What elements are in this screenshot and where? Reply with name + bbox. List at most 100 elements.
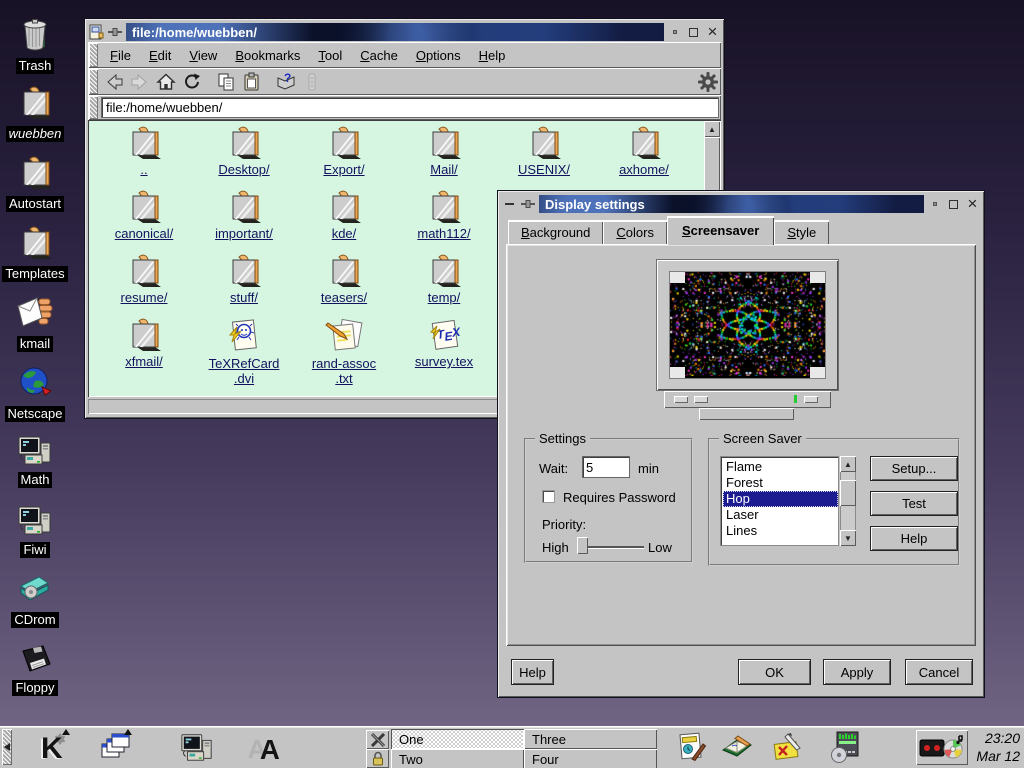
- file-item[interactable]: teasers/: [296, 254, 392, 305]
- apply-button[interactable]: Apply: [823, 659, 891, 685]
- menu-view[interactable]: View: [180, 45, 226, 66]
- saver-list-item-selected[interactable]: Hop: [723, 491, 838, 507]
- desktop-icon-floppy[interactable]: Floppy: [0, 644, 70, 696]
- desktop-icon-wuebben[interactable]: wuebben: [0, 86, 70, 142]
- file-item[interactable]: kde/: [296, 190, 392, 241]
- desktop-icon-templates[interactable]: Templates: [0, 226, 70, 282]
- tab-colors[interactable]: Colors: [603, 220, 667, 245]
- kfm-titlebar[interactable]: file:/home/wuebben/ ×: [88, 22, 721, 42]
- file-item[interactable]: xfmail/: [96, 318, 192, 369]
- stop-icon[interactable]: [299, 70, 325, 93]
- back-icon[interactable]: [101, 70, 127, 93]
- pin-icon[interactable]: [107, 24, 124, 41]
- font-manager-button[interactable]: A A: [246, 729, 284, 765]
- logout-button[interactable]: [366, 730, 389, 749]
- maximize-button[interactable]: [685, 24, 702, 41]
- toolbar-grip[interactable]: [89, 69, 98, 94]
- menu-cache[interactable]: Cache: [351, 45, 407, 66]
- location-input[interactable]: [101, 97, 719, 118]
- file-item[interactable]: Export/: [296, 126, 392, 177]
- menu-bookmarks[interactable]: Bookmarks: [226, 45, 309, 66]
- scroll-down-icon[interactable]: ▼: [840, 530, 856, 546]
- panel-hide-button[interactable]: [2, 729, 12, 765]
- desktop-icon-autostart[interactable]: Autostart: [0, 156, 70, 212]
- file-item[interactable]: USENIX/: [496, 126, 592, 177]
- requires-password-checkbox[interactable]: [542, 490, 555, 503]
- terminal-button[interactable]: [178, 729, 216, 765]
- forward-icon[interactable]: [127, 70, 153, 93]
- file-item[interactable]: resume/: [96, 254, 192, 305]
- maximize-button[interactable]: [945, 196, 962, 213]
- saver-list-item[interactable]: Lines: [723, 523, 838, 539]
- saver-list-item[interactable]: Laser: [723, 507, 838, 523]
- file-item[interactable]: canonical/: [96, 190, 192, 241]
- menu-dash-icon[interactable]: [501, 196, 518, 213]
- setup-button[interactable]: Setup...: [870, 456, 958, 481]
- close-icon[interactable]: ×: [964, 196, 981, 213]
- close-icon[interactable]: ×: [704, 24, 721, 41]
- scroll-up-icon[interactable]: ▲: [704, 121, 720, 137]
- lock-button[interactable]: [366, 749, 389, 768]
- help-button[interactable]: Help: [511, 659, 554, 685]
- scrollbar-thumb[interactable]: [704, 137, 720, 193]
- help-button-group[interactable]: Help: [870, 526, 958, 551]
- reload-icon[interactable]: [179, 70, 205, 93]
- notes-button[interactable]: [768, 729, 806, 765]
- saver-list[interactable]: Flame Forest Hop Laser Lines: [720, 456, 839, 546]
- tab-style[interactable]: Style: [774, 220, 829, 245]
- notebook-button[interactable]: [718, 729, 756, 765]
- desktop-icon-netscape[interactable]: Netscape: [0, 364, 70, 422]
- organizer-button[interactable]: [672, 729, 710, 765]
- menu-help[interactable]: Help: [470, 45, 515, 66]
- desktop-icon-cdrom[interactable]: CDrom: [0, 574, 70, 628]
- file-item[interactable]: important/: [196, 190, 292, 241]
- desktop-icon-trash[interactable]: Trash: [0, 16, 70, 74]
- desktop-icon-math[interactable]: Math: [0, 434, 70, 488]
- kfm-app-icon[interactable]: [88, 24, 105, 41]
- desktop-icon-kmail[interactable]: kmail: [0, 296, 70, 352]
- file-item[interactable]: stuff/: [196, 254, 292, 305]
- file-item[interactable]: math112/: [396, 190, 492, 241]
- cd-player-button[interactable]: [826, 729, 864, 765]
- minimize-button[interactable]: [666, 24, 683, 41]
- menubar-grip[interactable]: [89, 43, 98, 67]
- file-item[interactable]: TeXRefCard.dvi: [196, 318, 292, 386]
- dialog-titlebar[interactable]: Display settings ×: [501, 194, 981, 214]
- file-item[interactable]: axhome/: [596, 126, 692, 177]
- window-list-button[interactable]: [96, 729, 134, 765]
- menu-edit[interactable]: Edit: [140, 45, 180, 66]
- copy-icon[interactable]: [213, 70, 239, 93]
- file-item[interactable]: Mail/: [396, 126, 492, 177]
- priority-slider-track[interactable]: [588, 546, 644, 548]
- tab-screensaver[interactable]: Screensaver: [667, 216, 774, 245]
- pager-desktop-four[interactable]: Four: [524, 749, 657, 768]
- cancel-button[interactable]: Cancel: [905, 659, 973, 685]
- pager-desktop-two[interactable]: Two: [391, 749, 524, 768]
- wait-input[interactable]: [582, 456, 630, 478]
- help-book-icon[interactable]: ?: [273, 70, 299, 93]
- home-icon[interactable]: [153, 70, 179, 93]
- ok-button[interactable]: OK: [738, 659, 811, 685]
- pager-desktop-three[interactable]: Three: [524, 729, 657, 749]
- k-menu-button[interactable]: K K: [34, 729, 72, 765]
- scrollbar-thumb[interactable]: [840, 480, 856, 506]
- pin-icon[interactable]: [520, 196, 537, 213]
- media-tray[interactable]: [916, 730, 968, 765]
- locationbar-grip[interactable]: [89, 96, 98, 119]
- desktop-icon-fiwi[interactable]: Fiwi: [0, 504, 70, 558]
- menu-options[interactable]: Options: [407, 45, 470, 66]
- saver-list-item[interactable]: Flame: [723, 459, 838, 475]
- test-button[interactable]: Test: [870, 491, 958, 516]
- saver-list-scrollbar[interactable]: ▲ ▼: [840, 456, 856, 546]
- minimize-button[interactable]: [926, 196, 943, 213]
- menu-file[interactable]: File: [101, 45, 140, 66]
- file-item[interactable]: temp/: [396, 254, 492, 305]
- saver-list-item[interactable]: Forest: [723, 475, 838, 491]
- file-item[interactable]: ..: [96, 126, 192, 177]
- tab-background[interactable]: Background: [508, 220, 603, 245]
- pager-desktop-one[interactable]: One: [391, 729, 524, 749]
- file-item[interactable]: TEX survey.tex: [396, 318, 492, 369]
- priority-slider-handle[interactable]: [577, 537, 588, 554]
- file-item[interactable]: Desktop/: [196, 126, 292, 177]
- taskbar-clock[interactable]: 23:20 Mar 12: [968, 729, 1020, 765]
